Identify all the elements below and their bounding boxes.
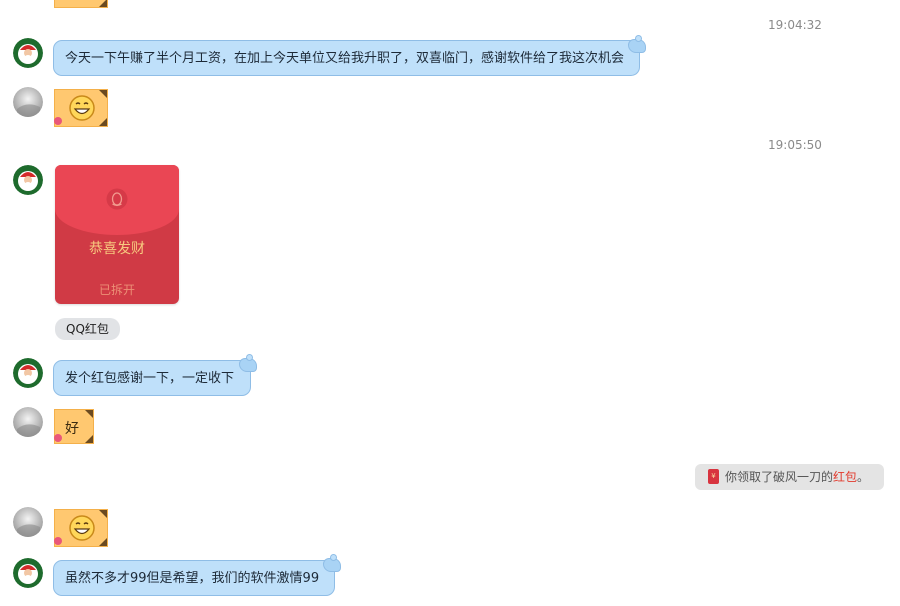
notice-suffix: 。 [857,470,870,484]
sticker-text: 好 [65,421,79,437]
text-sticker[interactable]: 好 [54,409,94,444]
penguin-icon [106,188,128,210]
gray-avatar[interactable] [13,87,43,117]
santa-avatar[interactable] [13,38,43,68]
flower-icon [54,434,62,442]
message-text: 虽然不多才99但是希望，我们的软件激情99 [65,571,320,586]
sticker-corner [99,90,107,98]
sticker-corner [85,435,93,443]
sticker-corner [85,410,93,418]
sticker-corner [99,510,107,518]
notice-highlight[interactable]: 红包 [833,470,857,484]
grin-face-icon [69,95,95,121]
flower-icon [54,117,62,125]
bubble-decoration [239,354,257,372]
gray-avatar[interactable] [13,407,43,437]
message-bubble[interactable]: 今天一下午赚了半个月工资，在加上今天单位又给我升职了，双喜临门，感谢软件给了我这… [53,40,640,76]
bubble-decoration [628,35,646,53]
timestamp: 19:04:32 [768,18,822,32]
santa-avatar[interactable] [13,165,43,195]
sticker-corner [99,0,107,7]
grin-face-icon [69,515,95,541]
message-text: 发个红包感谢一下，一定收下 [65,371,235,386]
sticker-corner [99,118,107,126]
message-bubble[interactable]: 发个红包感谢一下，一定收下 [53,360,251,396]
santa-avatar[interactable] [13,358,43,388]
sticker-partial [54,0,108,8]
red-packet-icon: ¥ [708,469,719,484]
message-text: 今天一下午赚了半个月工资，在加上今天单位又给我升职了，双喜临门，感谢软件给了我这… [65,51,625,66]
santa-avatar[interactable] [13,558,43,588]
flower-icon [54,537,62,545]
red-packet-status: 已拆开 [98,283,135,297]
timestamp: 19:05:50 [768,138,822,152]
grin-face-sticker[interactable] [54,509,108,547]
red-packet-card[interactable]: 恭喜发财 已拆开 [55,165,179,304]
message-bubble[interactable]: 虽然不多才99但是希望，我们的软件激情99 [53,560,335,596]
red-packet-tag: QQ红包 [55,318,120,340]
notice-text: 你领取了破风一刀的 [725,470,834,484]
bubble-decoration [323,554,341,572]
red-packet-title: 恭喜发财 [89,241,145,257]
grin-face-sticker[interactable] [54,89,108,127]
sticker-corner [99,538,107,546]
red-packet-received-notice: ¥ 你领取了破风一刀的红包。 [695,464,884,490]
gray-avatar[interactable] [13,507,43,537]
